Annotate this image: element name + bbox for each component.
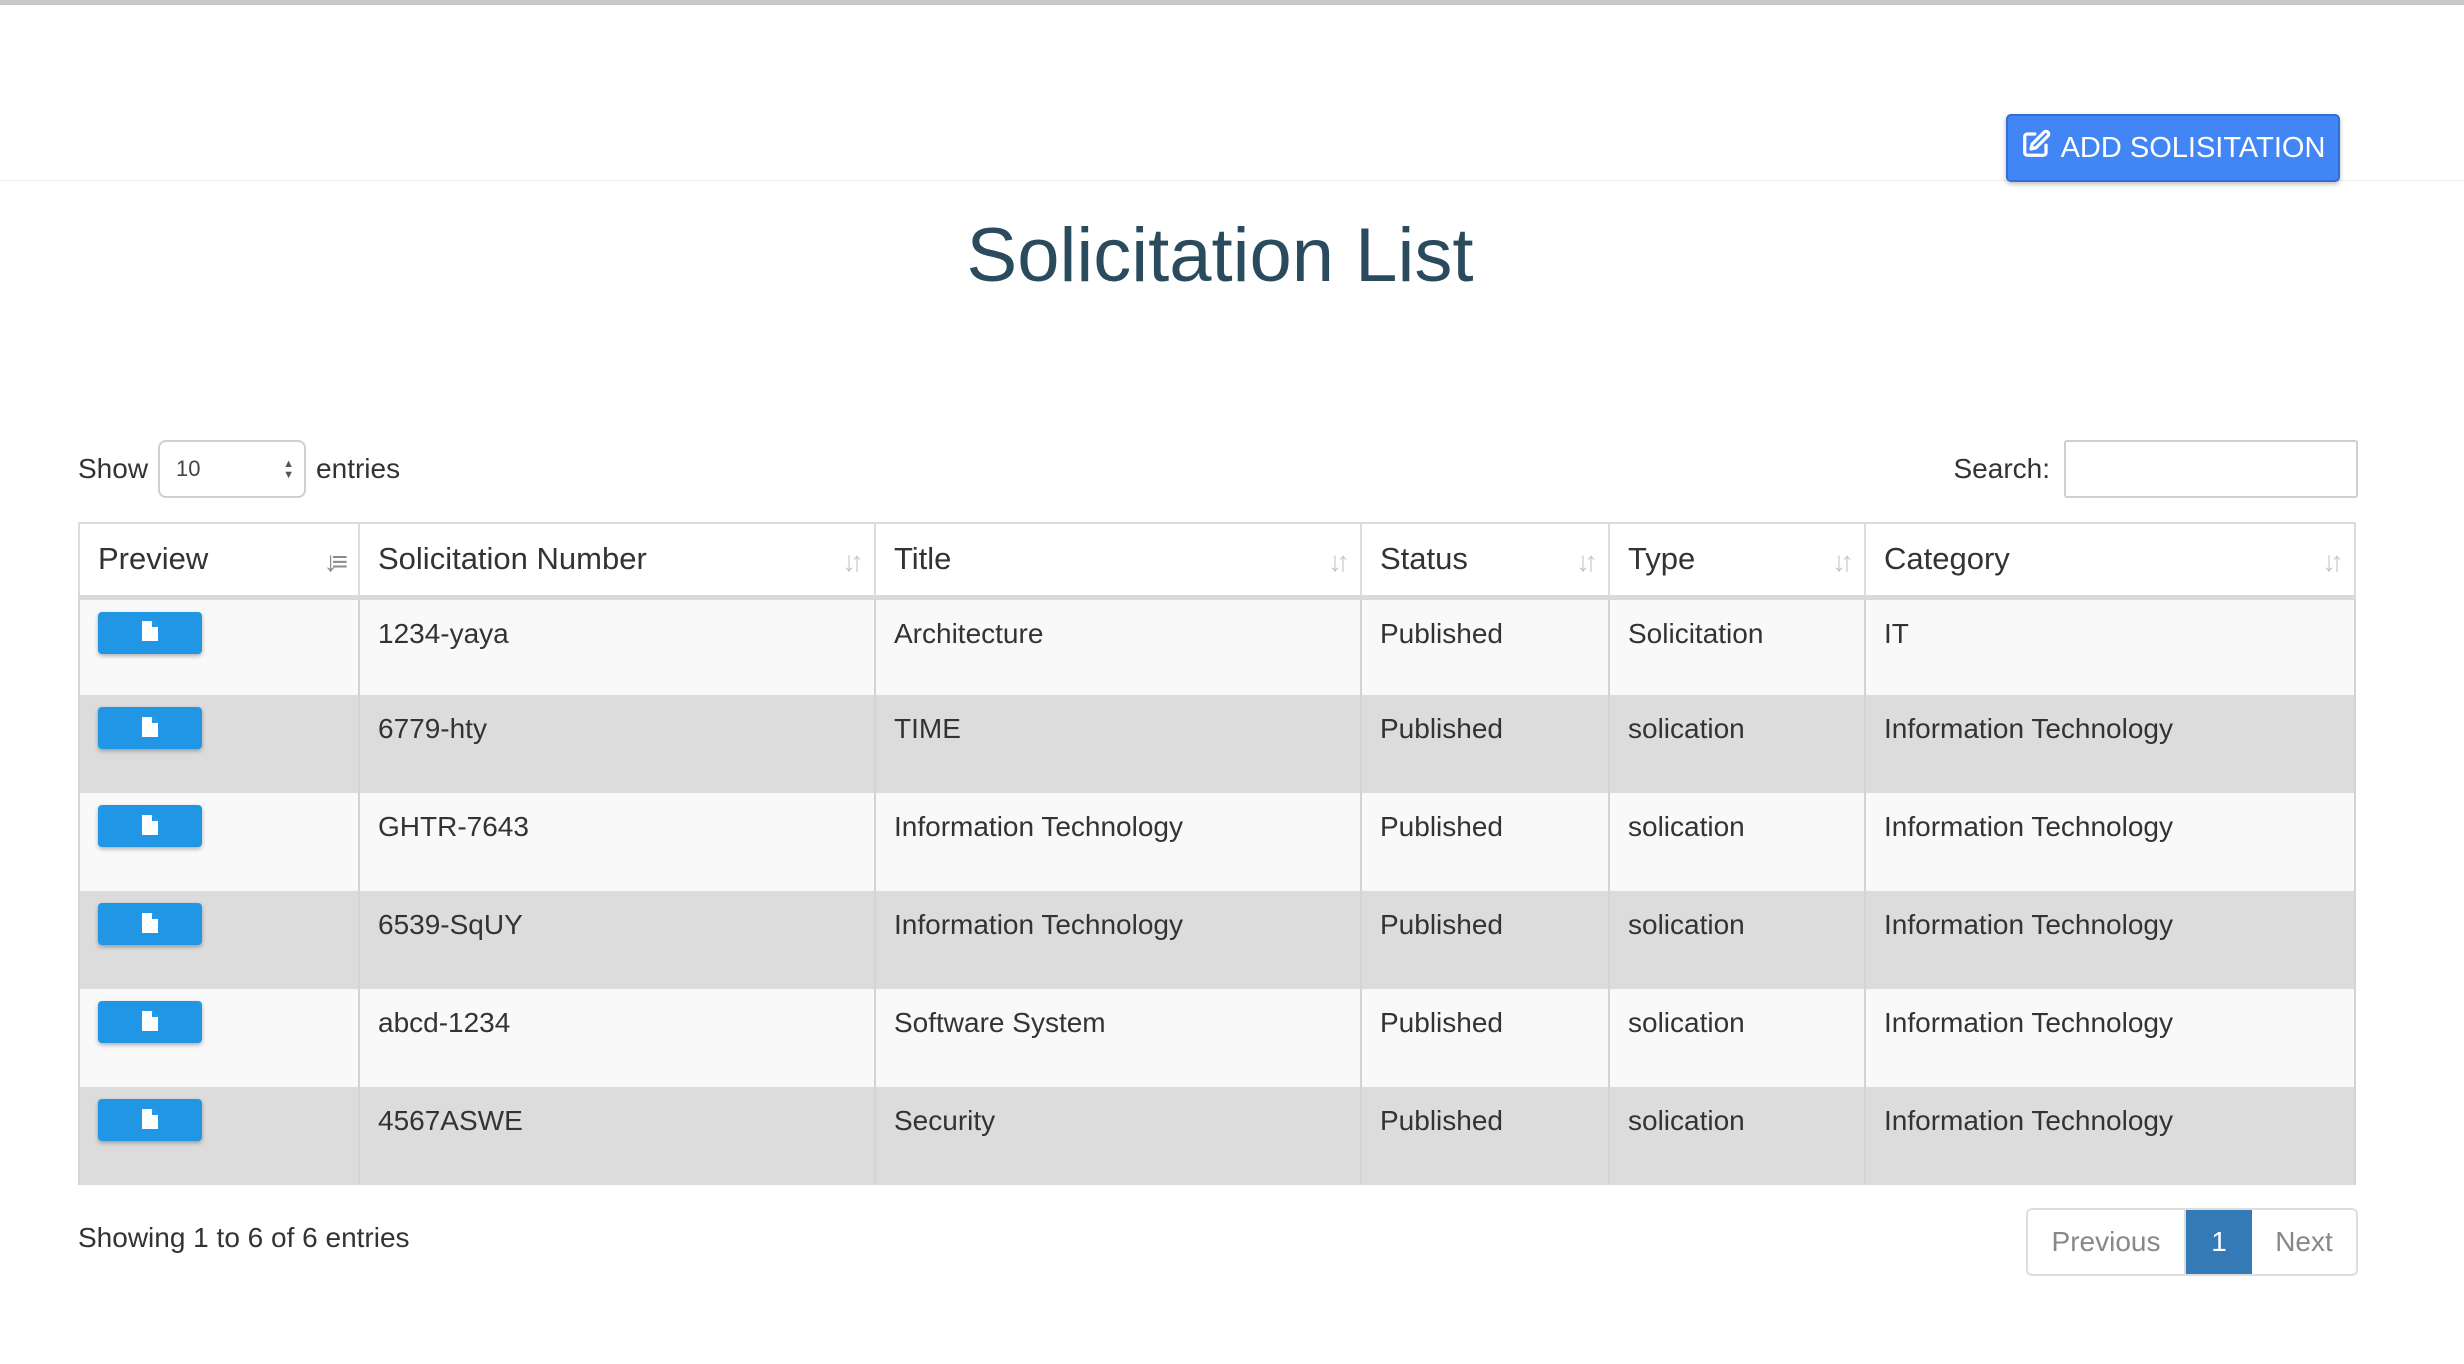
cell-number: GHTR-7643 <box>358 793 876 891</box>
add-solicitation-button[interactable]: ADD SOLISITATION <box>2006 114 2340 182</box>
column-header-solicitation-number[interactable]: Solicitation Number ↓↑ <box>358 522 876 600</box>
top-border <box>0 0 2464 5</box>
select-arrows-icon: ▲ ▼ <box>283 458 295 481</box>
cell-title: Information Technology <box>874 891 1362 989</box>
file-icon <box>142 1010 158 1034</box>
sort-icon: ↓↑ <box>1328 546 1350 577</box>
sort-icon: ↓↑ <box>1576 546 1598 577</box>
cell-number: 6539-SqUY <box>358 891 876 989</box>
entries-label: entries <box>316 453 401 484</box>
column-header-category[interactable]: Category ↓↑ <box>1864 522 2356 600</box>
pagination-previous-button[interactable]: Previous <box>2028 1210 2186 1274</box>
table-row: 1234-yaya Architecture Published Solicit… <box>78 597 2356 695</box>
add-solicitation-label: ADD SOLISITATION <box>2060 131 2326 164</box>
cell-category: Information Technology <box>1864 793 2356 891</box>
cell-type: solication <box>1608 989 1866 1087</box>
search-input[interactable] <box>2064 440 2358 498</box>
cell-number: 4567ASWE <box>358 1087 876 1185</box>
cell-title: Software System <box>874 989 1362 1087</box>
edit-square-icon <box>2021 129 2051 167</box>
column-header-status[interactable]: Status ↓↑ <box>1360 522 1610 600</box>
status-link[interactable]: Published <box>1360 1087 1610 1185</box>
status-link[interactable]: Published <box>1360 989 1610 1087</box>
sort-icon: ↓↑ <box>842 546 864 577</box>
entries-select[interactable]: 10 ▲ ▼ <box>158 440 307 498</box>
preview-button[interactable] <box>98 1001 202 1043</box>
search-control: Search: <box>1953 440 2358 498</box>
pagination-next-button[interactable]: Next <box>2252 1210 2356 1274</box>
sort-icon: ↓↑ <box>1832 546 1854 577</box>
sort-icon: ↓↑ <box>2322 546 2344 577</box>
cell-number: 6779-hty <box>358 695 876 793</box>
file-icon <box>142 814 158 838</box>
pagination: Previous 1 Next <box>2026 1208 2358 1276</box>
preview-button[interactable] <box>98 805 202 847</box>
cell-title: Information Technology <box>874 793 1362 891</box>
cell-category: Information Technology <box>1864 1087 2356 1185</box>
table-header-row: Preview ↓≡ Solicitation Number ↓↑ Title … <box>78 522 2356 600</box>
table-row: abcd-1234 Software System Published soli… <box>78 989 2356 1087</box>
cell-category: Information Technology <box>1864 989 2356 1087</box>
solicitation-table: Preview ↓≡ Solicitation Number ↓↑ Title … <box>78 522 2356 1185</box>
column-header-type[interactable]: Type ↓↑ <box>1608 522 1866 600</box>
status-link[interactable]: Published <box>1360 597 1610 695</box>
preview-button[interactable] <box>98 707 202 749</box>
cell-title: Security <box>874 1087 1362 1185</box>
table-info: Showing 1 to 6 of 6 entries <box>78 1222 410 1253</box>
cell-category: IT <box>1864 597 2356 695</box>
cell-number: abcd-1234 <box>358 989 876 1087</box>
cell-category: Information Technology <box>1864 891 2356 989</box>
table-body: 1234-yaya Architecture Published Solicit… <box>78 597 2356 1185</box>
sort-ascending-icon: ↓≡ <box>323 546 348 577</box>
preview-button[interactable] <box>98 903 202 945</box>
cell-number: 1234-yaya <box>358 597 876 695</box>
cell-title: Architecture <box>874 597 1362 695</box>
status-link[interactable]: Published <box>1360 695 1610 793</box>
table-row: 6539-SqUY Information Technology Publish… <box>78 891 2356 989</box>
cell-type: solication <box>1608 891 1866 989</box>
table-row: GHTR-7643 Information Technology Publish… <box>78 793 2356 891</box>
table-row: 4567ASWE Security Published solication I… <box>78 1087 2356 1185</box>
cell-type: Solicitation <box>1608 597 1866 695</box>
cell-type: solication <box>1608 695 1866 793</box>
preview-button[interactable] <box>98 1099 202 1141</box>
file-icon <box>142 716 158 740</box>
status-link[interactable]: Published <box>1360 891 1610 989</box>
entries-select-value: 10 <box>176 456 201 481</box>
column-header-preview[interactable]: Preview ↓≡ <box>78 522 360 600</box>
search-label: Search: <box>1953 453 2051 484</box>
entries-length-control: Show 10 ▲ ▼ entries <box>78 440 400 498</box>
page-title: Solicitation List <box>966 213 1474 298</box>
pagination-page-1[interactable]: 1 <box>2186 1210 2252 1274</box>
cell-title: TIME <box>874 695 1362 793</box>
cell-type: solication <box>1608 1087 1866 1185</box>
cell-type: solication <box>1608 793 1866 891</box>
status-link[interactable]: Published <box>1360 793 1610 891</box>
column-header-title[interactable]: Title ↓↑ <box>874 522 1362 600</box>
table-row: 6779-hty TIME Published solication Infor… <box>78 695 2356 793</box>
file-icon <box>142 621 158 644</box>
file-icon <box>142 1108 158 1132</box>
preview-button[interactable] <box>98 611 202 654</box>
show-label: Show <box>78 453 149 484</box>
cell-category: Information Technology <box>1864 695 2356 793</box>
file-icon <box>142 912 158 936</box>
